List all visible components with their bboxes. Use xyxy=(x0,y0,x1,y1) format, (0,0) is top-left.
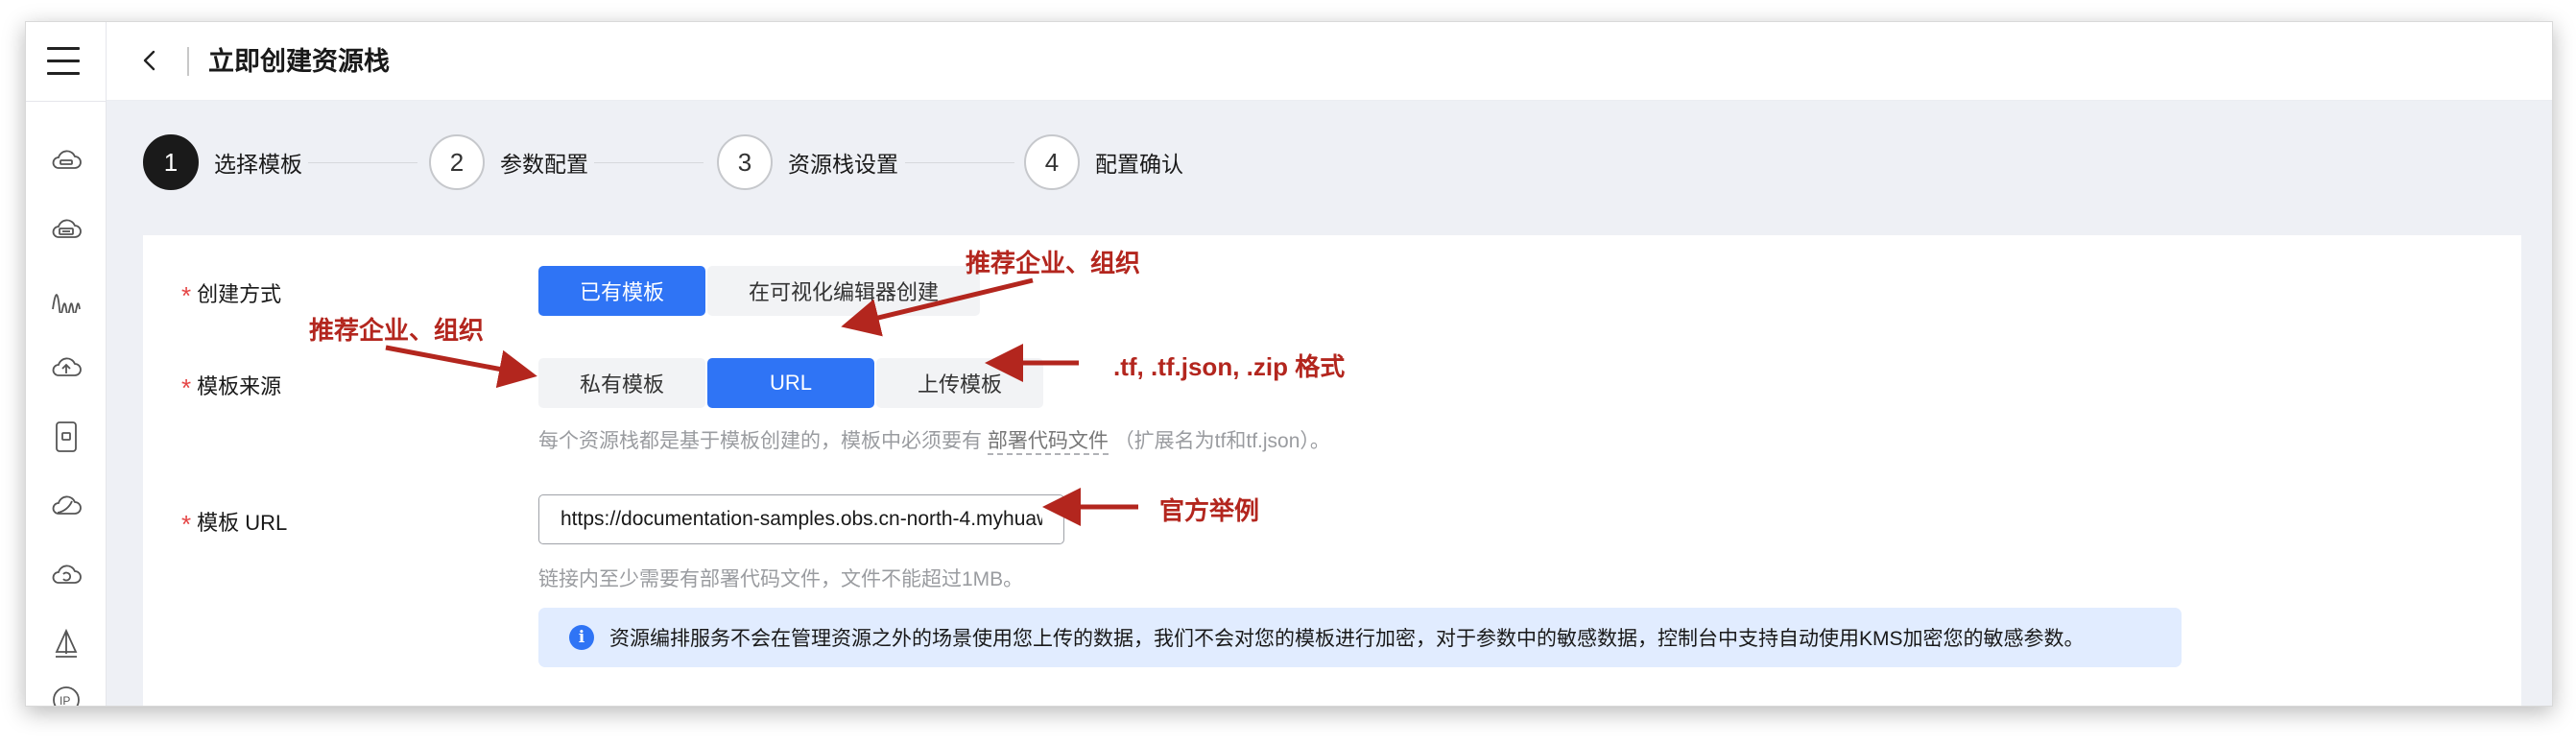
hint-text: （扩展名为tf和tf.json）。 xyxy=(1113,430,1330,452)
visual-editor-option[interactable]: 在可视化编辑器创建 xyxy=(707,266,980,316)
create-method-label: * 创建方式 xyxy=(181,277,281,311)
left-sidebar: IP xyxy=(26,22,107,706)
step-2-number: 2 xyxy=(429,134,485,190)
stepper: 1 选择模板 2 参数配置 3 资源栈设置 4 配置确认 xyxy=(143,133,1295,191)
step-4[interactable]: 4 配置确认 xyxy=(1024,133,1183,191)
private-template-option[interactable]: 私有模板 xyxy=(538,358,705,408)
waveform-icon[interactable] xyxy=(49,281,83,316)
step-connector xyxy=(594,162,704,163)
template-source-selector: 私有模板 URL 上传模板 xyxy=(538,358,1043,408)
step-4-label: 配置确认 xyxy=(1095,152,1183,177)
annotation-recommend-left: 推荐企业、组织 xyxy=(309,316,485,345)
main-content: 1 选择模板 2 参数配置 3 资源栈设置 4 配置确认 * 创建方式 已有模板… xyxy=(107,101,2552,706)
page-title: 立即创建资源栈 xyxy=(208,47,390,76)
form-card: * 创建方式 已有模板 在可视化编辑器创建 * 模板来源 私有模板 URL 上传模板… xyxy=(143,235,2521,706)
template-source-hint: 每个资源栈都是基于模板创建的，模板中必须要有 部署代码文件 （扩展名为tf和tf… xyxy=(538,425,1330,455)
annotation-recommend-top: 推荐企业、组织 xyxy=(966,249,1141,277)
cloud-storage-icon[interactable] xyxy=(49,212,83,247)
annotation-upload-format: .tf, .tf.json, .zip 格式 xyxy=(1113,352,1346,381)
step-1[interactable]: 1 选择模板 xyxy=(143,133,302,191)
notice-text: 资源编排服务不会在管理资源之外的场景使用您上传的数据，我们不会对您的模板进行加密… xyxy=(609,628,2085,650)
step-1-number: 1 xyxy=(143,134,199,190)
template-url-label: * 模板 URL xyxy=(181,506,287,540)
step-connector xyxy=(905,162,1014,163)
required-mark: * xyxy=(181,281,192,310)
info-notice: i 资源编排服务不会在管理资源之外的场景使用您上传的数据，我们不会对您的模板进行… xyxy=(538,608,2182,667)
step-4-number: 4 xyxy=(1024,134,1080,190)
cloud-refresh-icon[interactable] xyxy=(49,558,83,592)
required-mark: * xyxy=(181,510,192,539)
template-url-hint: 链接内至少需要有部署代码文件，文件不能超过1MB。 xyxy=(538,568,1024,590)
step-2[interactable]: 2 参数配置 xyxy=(429,133,588,191)
step-3[interactable]: 3 资源栈设置 xyxy=(717,133,898,191)
step-1-label: 选择模板 xyxy=(214,152,302,177)
cloud-icon[interactable] xyxy=(49,489,83,523)
ip-icon[interactable]: IP xyxy=(49,683,83,707)
svg-text:IP: IP xyxy=(60,694,70,707)
chevron-left-icon[interactable] xyxy=(133,43,168,78)
header-divider xyxy=(187,47,189,76)
info-icon: i xyxy=(569,625,594,650)
template-source-label-text: 模板来源 xyxy=(197,374,282,398)
annotation-official-example: 官方举例 xyxy=(1159,496,1260,525)
sidebar-divider xyxy=(26,101,107,102)
create-method-label-text: 创建方式 xyxy=(197,282,282,306)
upload-template-option[interactable]: 上传模板 xyxy=(876,358,1043,408)
sailboat-icon[interactable] xyxy=(49,627,83,661)
create-method-selector: 已有模板 在可视化编辑器创建 xyxy=(538,266,980,316)
hint-text: 每个资源栈都是基于模板创建的，模板中必须要有 xyxy=(538,430,982,452)
cloud-server-icon[interactable] xyxy=(49,143,83,178)
device-icon[interactable] xyxy=(49,420,83,454)
cloud-upload-icon[interactable] xyxy=(49,350,83,385)
existing-template-option[interactable]: 已有模板 xyxy=(538,266,705,316)
step-2-label: 参数配置 xyxy=(500,152,588,177)
template-url-input[interactable] xyxy=(538,494,1064,544)
step-connector xyxy=(308,162,417,163)
step-3-label: 资源栈设置 xyxy=(788,152,898,177)
step-3-number: 3 xyxy=(717,134,773,190)
page-header: 立即创建资源栈 xyxy=(107,22,2552,101)
deploy-code-file-link[interactable]: 部署代码文件 xyxy=(987,430,1109,455)
url-option[interactable]: URL xyxy=(707,358,874,408)
required-mark: * xyxy=(181,373,192,402)
hamburger-menu-icon[interactable] xyxy=(47,47,80,76)
template-url-label-text: 模板 URL xyxy=(197,511,288,535)
template-source-label: * 模板来源 xyxy=(181,370,281,403)
